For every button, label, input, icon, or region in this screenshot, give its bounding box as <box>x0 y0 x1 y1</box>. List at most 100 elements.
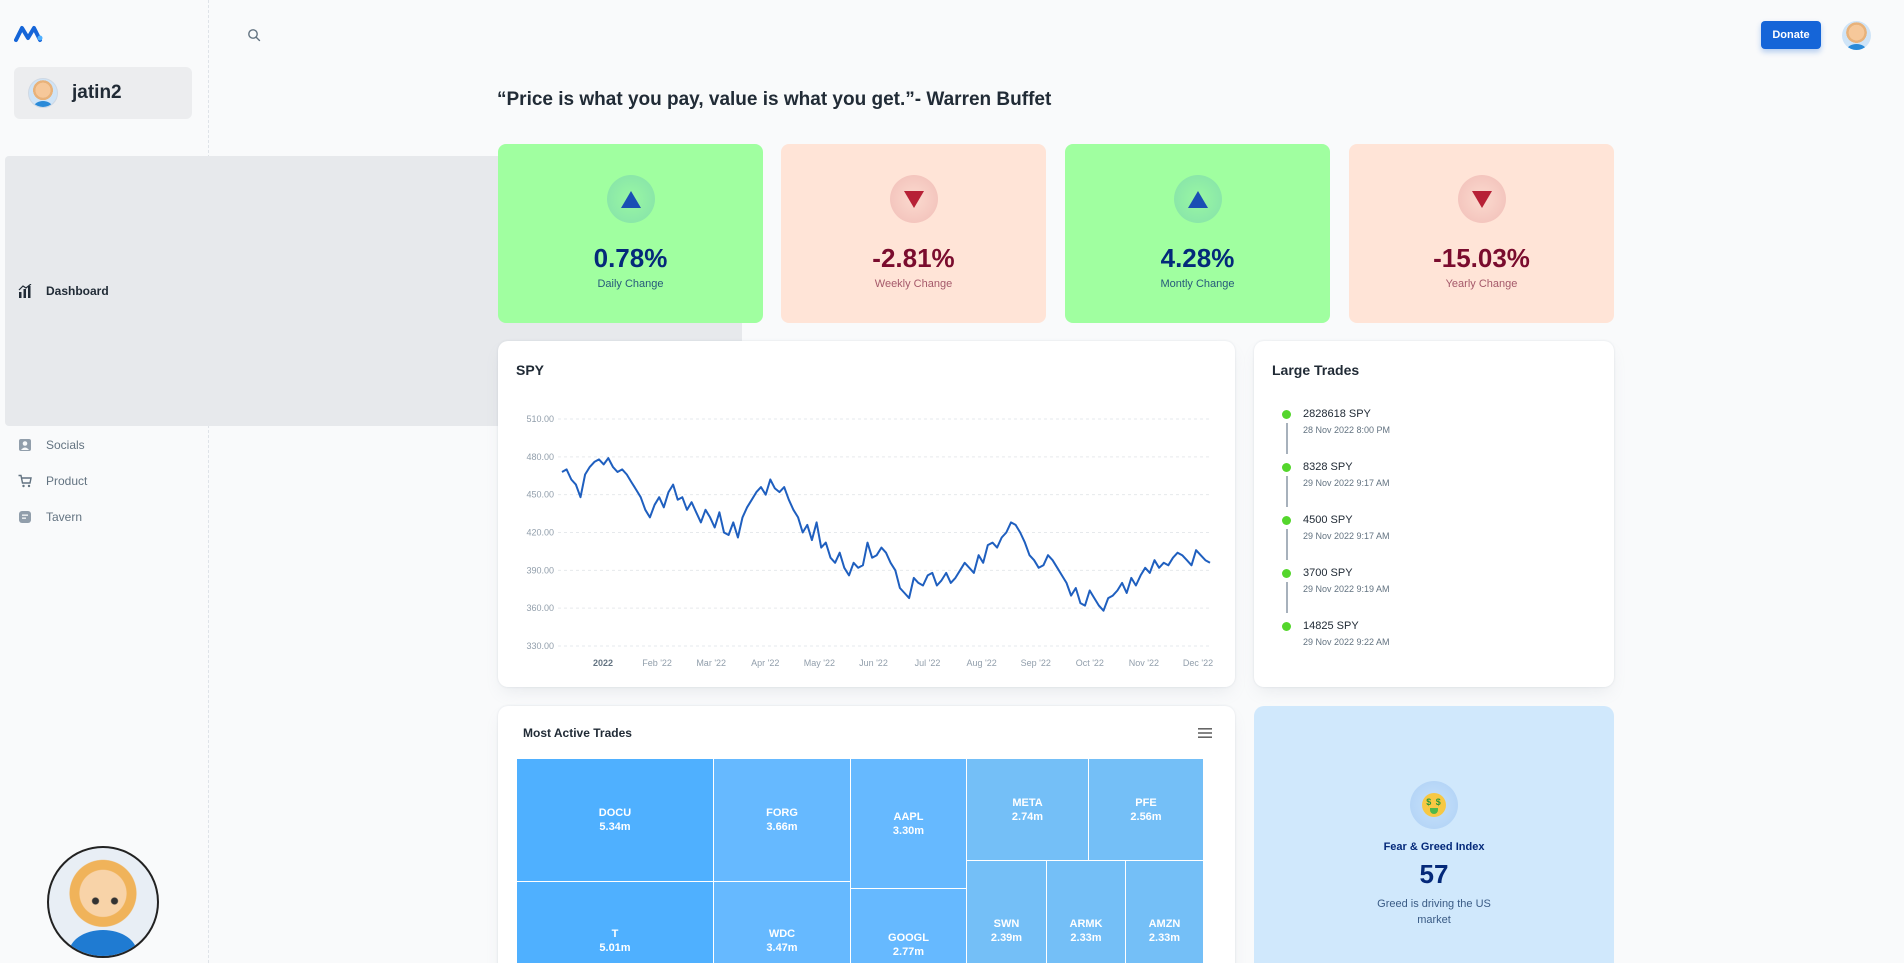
x-tick-label: Apr '22 <box>751 658 779 668</box>
y-tick-label: 390.00 <box>526 565 554 575</box>
donate-button[interactable]: Donate <box>1761 21 1821 49</box>
trade-amount: 8328 SPY <box>1303 461 1353 473</box>
timeline-dot <box>1282 516 1291 525</box>
tile-value: 2.74m <box>1011 810 1044 823</box>
trade-amount: 3700 SPY <box>1303 567 1353 579</box>
timeline-connector <box>1286 423 1288 454</box>
tile-symbol: SWN <box>993 917 1020 930</box>
dashboard-icon <box>18 284 32 298</box>
sidebar-item-tavern[interactable]: Tavern <box>5 499 202 534</box>
timeline-dot <box>1282 410 1291 419</box>
menu-icon[interactable] <box>1198 727 1212 739</box>
tile-symbol: GOOGL <box>888 931 929 944</box>
x-tick-label: Feb '22 <box>642 658 672 668</box>
spy-line-chart[interactable]: 510.00 480.00 450.00 420.00 390.00 360.00 330.… <box>498 341 1235 687</box>
treemap-tile[interactable]: PFE 2.56m <box>1088 758 1204 861</box>
account-name: jatin2 <box>72 82 122 103</box>
tile-symbol: AAPL <box>893 810 924 823</box>
spy-price-line[interactable] <box>561 457 1211 612</box>
stat-value: -15.03% <box>1433 243 1530 273</box>
treemap-tile[interactable]: DOCU 5.34m <box>516 758 714 882</box>
trend-up-icon <box>606 175 655 223</box>
fear-greed-value: 57 <box>1419 859 1449 889</box>
search-icon[interactable] <box>247 28 261 42</box>
timeline-connector <box>1286 529 1288 560</box>
tile-value: 3.47m <box>766 942 798 954</box>
y-tick-label: 510.00 <box>526 414 554 424</box>
x-tick-label: Dec '22 <box>1183 658 1213 668</box>
x-tick-label: May '22 <box>804 658 835 668</box>
trade-time: 29 Nov 2022 9:22 AM <box>1303 637 1390 647</box>
timeline-connector <box>1286 476 1288 507</box>
timeline-item[interactable]: 2828618 SPY 28 Nov 2022 8:00 PM <box>1282 407 1390 460</box>
treemap-tile[interactable]: GOOGL 2.77m <box>850 888 967 963</box>
x-tick-label: Nov '22 <box>1129 658 1159 668</box>
tile-value: 2.33m <box>1070 931 1102 944</box>
mascot-avatar <box>47 846 159 958</box>
large-trades-panel: Large Trades 2828618 SPY 28 Nov 2022 8:0… <box>1254 341 1614 687</box>
trade-amount: 4500 SPY <box>1303 514 1353 526</box>
treemap-tile[interactable]: T 5.01m <box>516 881 714 963</box>
timeline-item[interactable]: 14825 SPY 29 Nov 2022 9:22 AM <box>1282 619 1390 672</box>
sidebar-item-label: Socials <box>46 437 85 452</box>
money-face-icon <box>1410 781 1458 829</box>
y-tick-label: 360.00 <box>526 603 554 613</box>
tile-symbol: ARMK <box>1069 917 1103 930</box>
tile-symbol: WDC <box>768 928 796 940</box>
weekly-change-card: -2.81% Weekly Change <box>781 144 1046 323</box>
treemap-tile[interactable]: AAPL 3.30m <box>850 758 967 889</box>
trade-amount: 14825 SPY <box>1303 620 1359 632</box>
sidebar-item-label: Product <box>46 473 88 488</box>
sidebar-item-socials[interactable]: Socials <box>5 427 202 462</box>
treemap-tile[interactable]: SWN 2.39m <box>966 860 1047 963</box>
treemap-tile[interactable]: WDC 3.47m <box>713 881 851 963</box>
trend-down-icon <box>889 175 938 223</box>
sidebar-nav: Dashboard Socials Product Tavern <box>5 156 742 535</box>
tile-symbol: AMZN <box>1148 917 1181 930</box>
x-tick-label: Sep '22 <box>1021 658 1051 668</box>
treemap-tile[interactable]: ARMK 2.33m <box>1046 860 1126 963</box>
tile-symbol: PFE <box>1135 796 1157 809</box>
timeline-dot <box>1282 569 1291 578</box>
timeline-dot <box>1282 622 1291 631</box>
x-tick-label: Jul '22 <box>915 658 941 668</box>
stat-label: Daily Change <box>597 278 664 290</box>
timeline-item[interactable]: 4500 SPY 29 Nov 2022 9:17 AM <box>1282 513 1390 566</box>
trend-down-icon <box>1457 175 1506 223</box>
tile-symbol: META <box>1012 796 1043 809</box>
timeline-item[interactable]: 8328 SPY 29 Nov 2022 9:17 AM <box>1282 460 1390 513</box>
fear-greed-description: Greed is driving the US market <box>1377 898 1491 926</box>
user-icon <box>18 438 32 452</box>
account-card[interactable]: jatin2 <box>14 67 192 119</box>
panel-title: Most Active Trades <box>523 726 632 740</box>
stat-label: Montly Change <box>1160 278 1235 290</box>
timeline-dot <box>1282 463 1291 472</box>
tile-symbol: DOCU <box>598 807 632 819</box>
tile-value: 2.33m <box>1148 931 1181 944</box>
x-tick-label: Mar '22 <box>696 658 726 668</box>
x-tick-label: Jun '22 <box>859 658 888 668</box>
treemap-tile[interactable]: META 2.74m <box>966 758 1089 861</box>
trend-up-icon <box>1173 175 1222 223</box>
sidebar-item-label: Tavern <box>46 509 83 524</box>
spy-chart-panel: SPY 510.00 480.00 450.00 420.00 390.00 360.00… <box>498 341 1235 687</box>
timeline-item[interactable]: 3700 SPY 29 Nov 2022 9:19 AM <box>1282 566 1390 619</box>
sidebar-item-product[interactable]: Product <box>5 463 202 498</box>
y-tick-label: 450.00 <box>526 490 554 500</box>
sidebar-item-label: Dashboard <box>46 284 109 298</box>
tile-value: 5.34m <box>599 821 631 833</box>
tile-value: 2.39m <box>990 931 1023 944</box>
treemap-tile[interactable]: AMZN 2.33m <box>1125 860 1204 963</box>
account-avatar[interactable] <box>1842 21 1871 50</box>
treemap-tile[interactable]: FORG 3.66m <box>713 758 851 882</box>
cart-icon <box>18 474 32 488</box>
logo-icon[interactable] <box>14 22 44 44</box>
trade-amount: 2828618 SPY <box>1303 408 1371 420</box>
y-tick-label: 330.00 <box>526 641 554 651</box>
x-tick-label: Oct '22 <box>1076 658 1104 668</box>
trade-time: 29 Nov 2022 9:17 AM <box>1303 478 1390 488</box>
most-active-trades-panel: Most Active Trades DOCU 5.34m FORG 3.66m A… <box>498 706 1235 963</box>
stat-value: 4.28% <box>1160 243 1235 273</box>
stat-value: 0.78% <box>593 243 668 273</box>
tile-value: 2.56m <box>1130 810 1162 823</box>
